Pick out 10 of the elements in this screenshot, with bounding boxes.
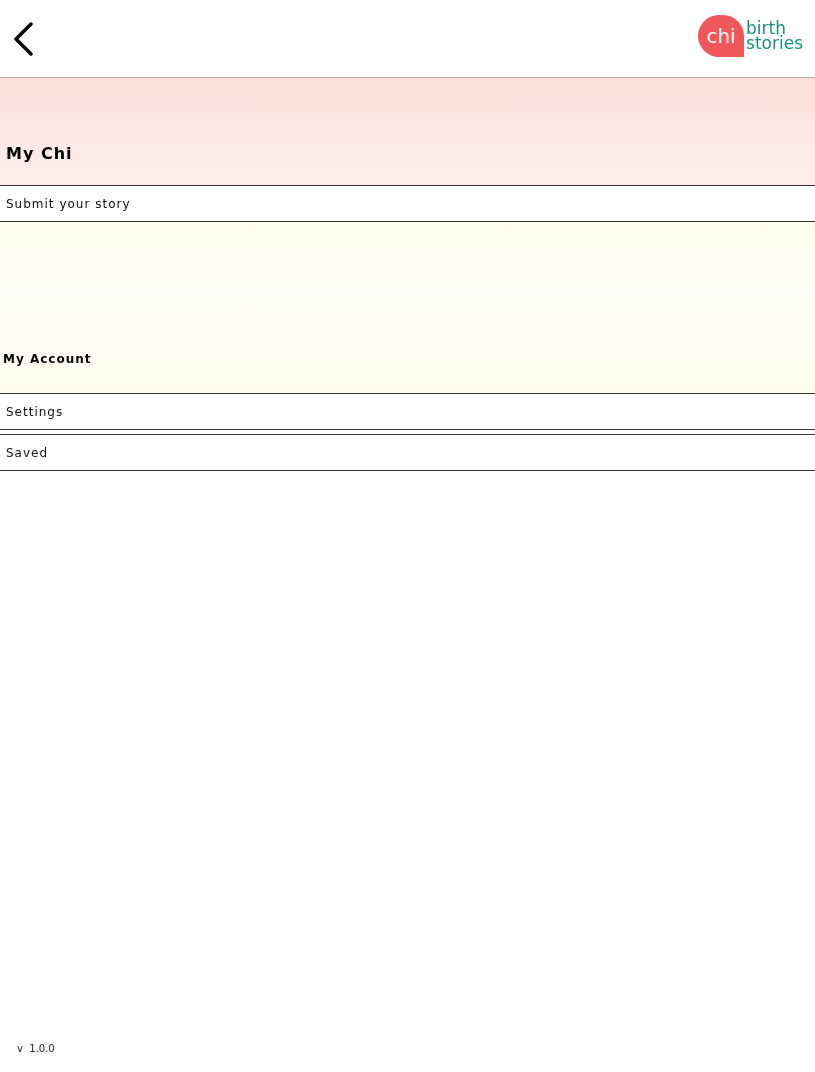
section-title: My Account bbox=[2, 352, 92, 368]
version-text: v 1.0.0 bbox=[16, 1043, 56, 1056]
section-title: My Chi bbox=[5, 144, 73, 165]
logo-text: stories bbox=[746, 35, 803, 51]
menu-item[interactable]: Settings bbox=[0, 394, 815, 430]
back-icon bbox=[12, 21, 34, 56]
back-button[interactable] bbox=[12, 21, 34, 56]
menu-item[interactable]: Saved bbox=[0, 434, 815, 471]
logo-text: birth bbox=[746, 20, 786, 36]
logo-mark: chi bbox=[698, 14, 745, 57]
